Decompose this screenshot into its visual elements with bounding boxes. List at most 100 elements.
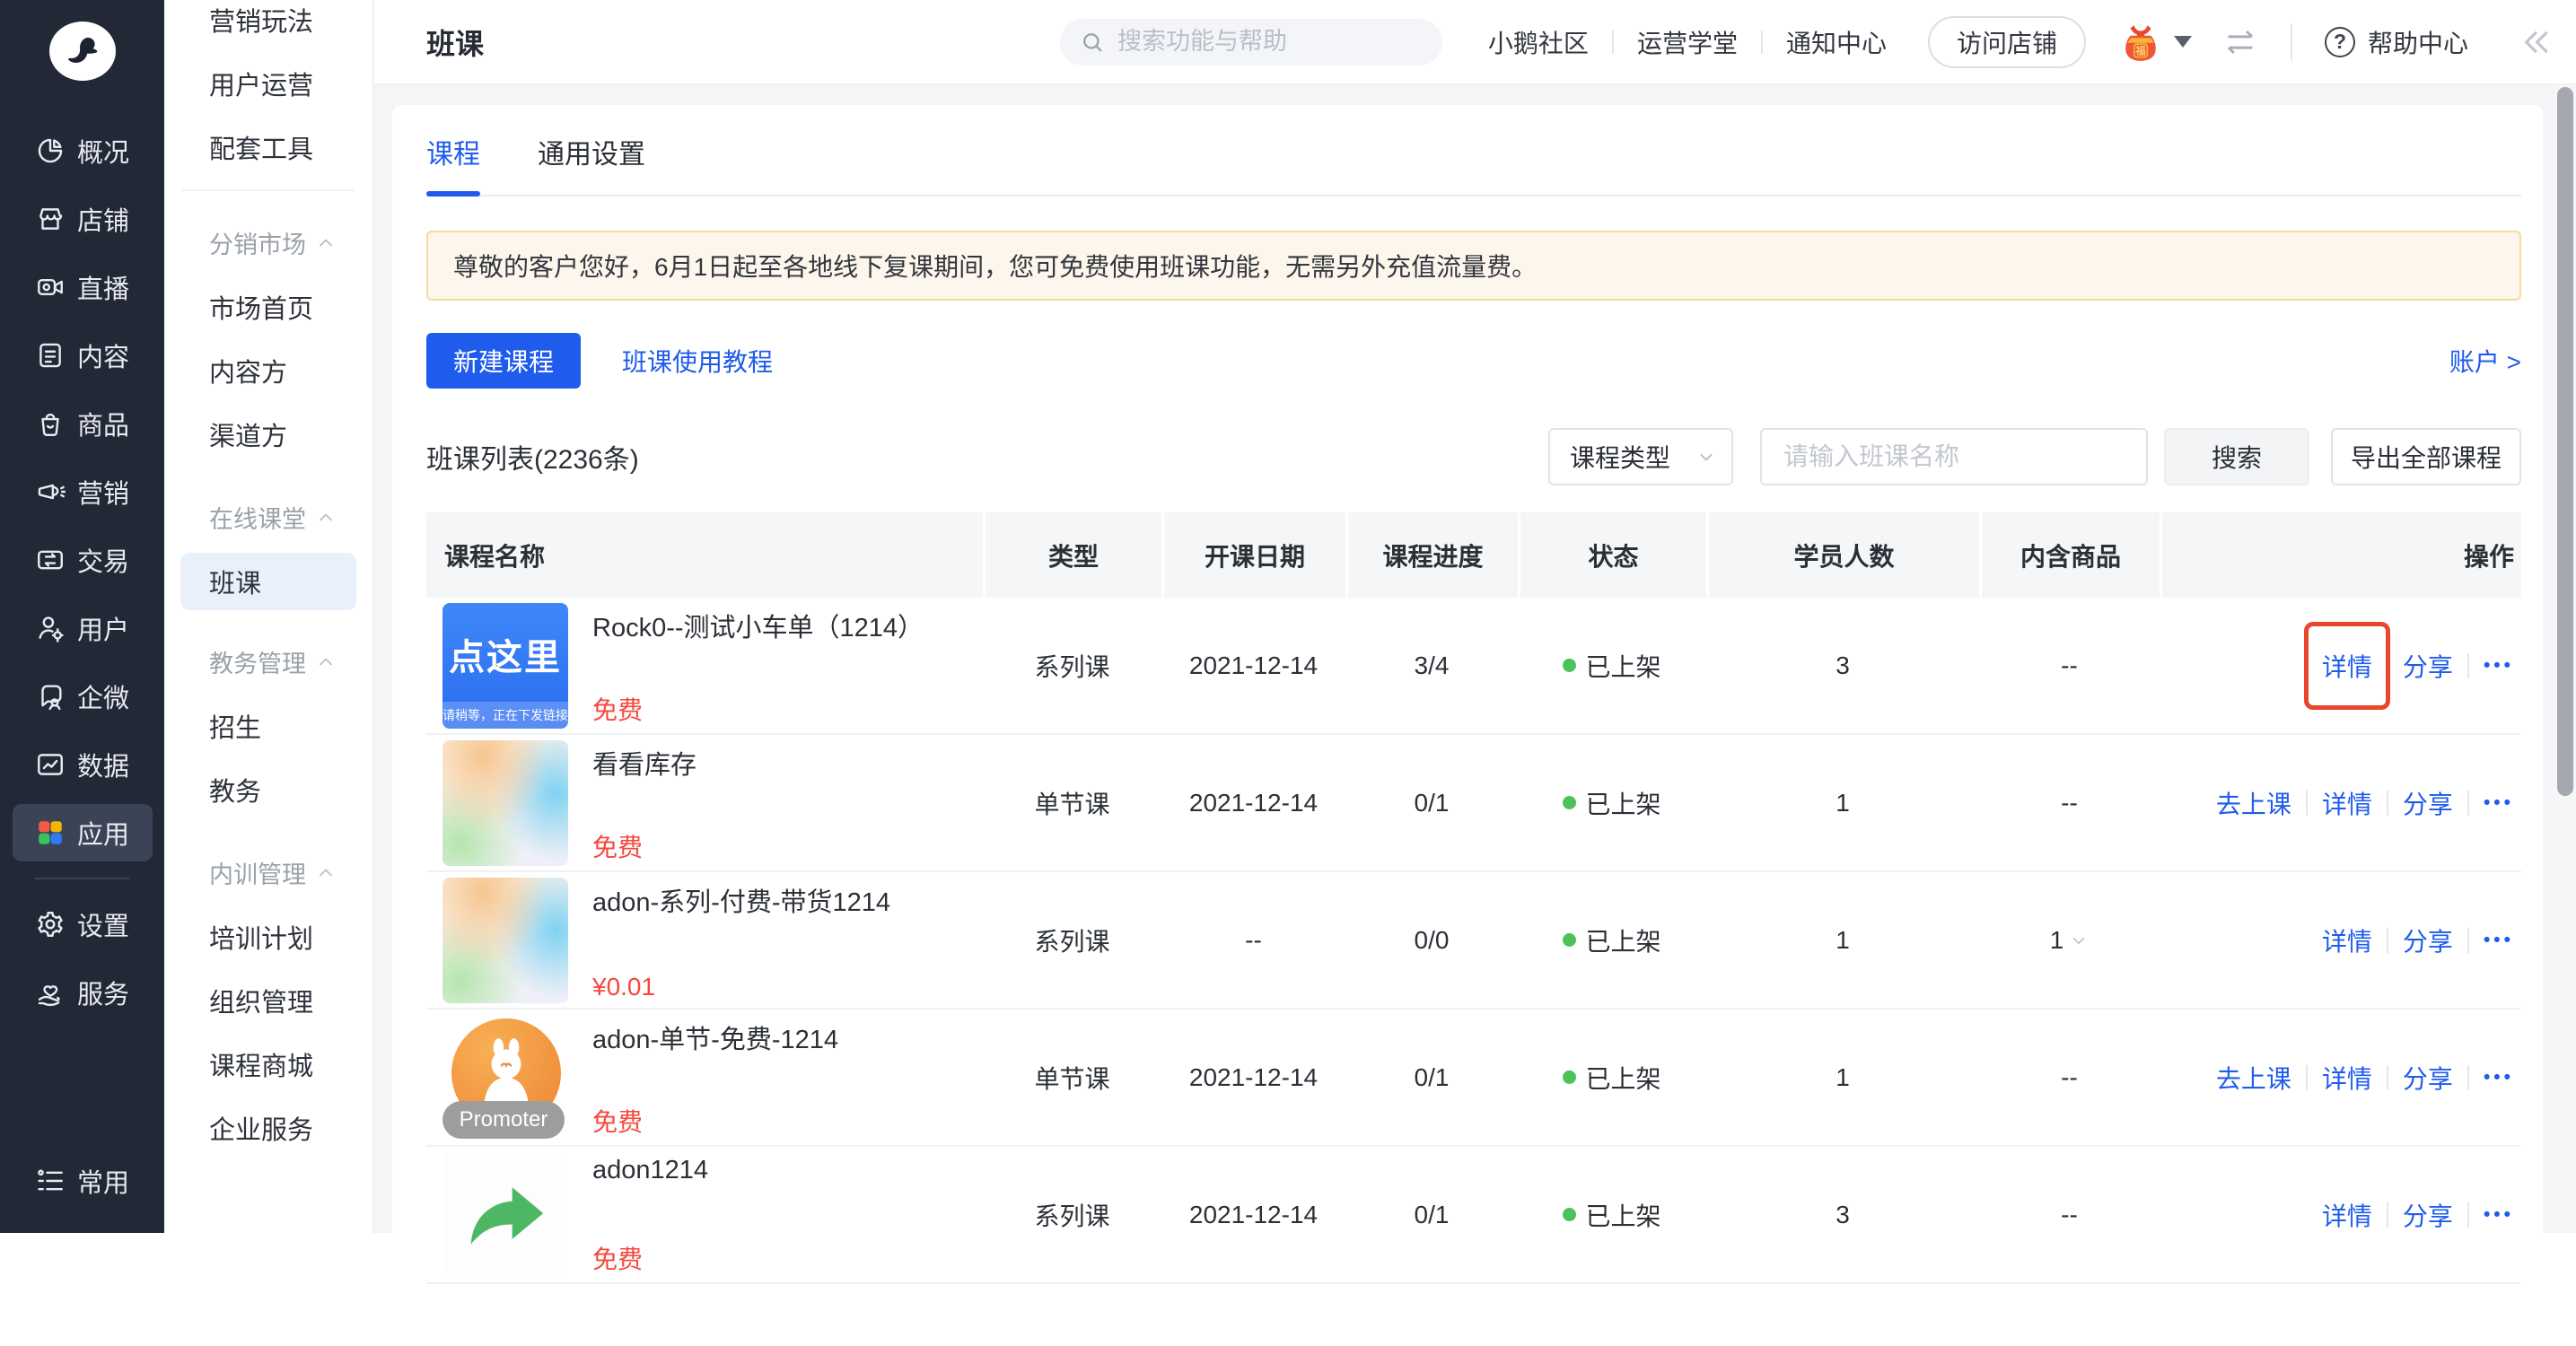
scrollbar-thumb[interactable]: [2557, 87, 2573, 796]
frequent-icon: [35, 1166, 66, 1196]
sidebar-item-企业服务[interactable]: 企业服务: [164, 1096, 372, 1159]
sidebar-group-label[interactable]: 分销市场: [164, 211, 372, 275]
brand-logo[interactable]: [49, 22, 116, 81]
course-thumbnail[interactable]: [442, 878, 568, 1003]
course-table: 课程名称类型开课日期课程进度状态学员人数内含商品操作 点这里 ≫请稍等，正在下发…: [426, 512, 2521, 1284]
sidebar-item-渠道方[interactable]: 渠道方: [164, 402, 372, 466]
op-link-详情[interactable]: 详情: [2322, 648, 2372, 684]
divider: [2387, 1202, 2388, 1228]
course-title[interactable]: adon-系列-付费-带货1214: [592, 881, 890, 919]
sidebar-item-trade[interactable]: 交易: [13, 526, 153, 594]
table-row: Promoter adon-单节-免费-1214 免费 单节课 2021-12-…: [426, 1010, 2521, 1147]
more-actions-icon[interactable]: •••: [2484, 1204, 2514, 1226]
sidebar-item-content[interactable]: 内容: [13, 321, 153, 389]
avatar-caret-down-icon[interactable]: [2174, 36, 2192, 48]
avatar[interactable]: 福: [2118, 20, 2163, 65]
link-academy[interactable]: 运营学堂: [1637, 24, 1738, 60]
more-actions-icon[interactable]: •••: [2484, 655, 2514, 677]
sidebar-item-user[interactable]: 用户: [13, 594, 153, 662]
sidebar-item-配套工具[interactable]: 配套工具: [164, 115, 372, 179]
sidebar-item-市场首页[interactable]: 市场首页: [164, 275, 372, 338]
course-progress: 3/4: [1345, 651, 1518, 680]
sidebar-item-label: 交易: [77, 541, 129, 579]
sidebar-item-data[interactable]: 数据: [13, 730, 153, 799]
topbar: 班课 小鹅社区 运营学堂 通知中心 访问店铺 福: [374, 0, 2576, 85]
sidebar-item-wecom[interactable]: 企微: [13, 662, 153, 730]
sidebar-item-shop[interactable]: 店铺: [13, 185, 153, 253]
course-thumbnail[interactable]: Promoter: [442, 1015, 568, 1141]
course-progress: 0/1: [1345, 789, 1518, 817]
divider: [2306, 1065, 2308, 1090]
more-actions-icon[interactable]: •••: [2484, 792, 2514, 814]
svg-text:福: 福: [2134, 44, 2145, 57]
sidebar-group-label[interactable]: 教务管理: [164, 630, 372, 694]
course-title[interactable]: Rock0--测试小车单（1214）: [592, 607, 924, 644]
tutorial-link[interactable]: 班课使用教程: [622, 343, 773, 379]
sidebar-group-label[interactable]: 内训管理: [164, 841, 372, 905]
sidebar-item-frequent[interactable]: 常用: [13, 1147, 153, 1215]
course-date: 2021-12-14: [1161, 651, 1345, 680]
create-course-button[interactable]: 新建课程: [426, 333, 581, 389]
sidebar-item-教务[interactable]: 教务: [164, 757, 372, 821]
sidebar-item-内容方[interactable]: 内容方: [164, 338, 372, 402]
op-link-详情[interactable]: 详情: [2322, 1197, 2372, 1233]
op-link-详情[interactable]: 详情: [2322, 785, 2372, 821]
tab-general-settings[interactable]: 通用设置: [538, 132, 645, 195]
op-link-分享[interactable]: 分享: [2403, 785, 2453, 821]
switch-account-icon[interactable]: [2222, 24, 2258, 60]
collapse-panel-icon[interactable]: [2519, 25, 2553, 59]
link-community[interactable]: 小鹅社区: [1488, 24, 1589, 60]
sidebar-item-apps[interactable]: 应用: [13, 804, 153, 861]
more-actions-icon[interactable]: •••: [2484, 930, 2514, 951]
sidebar-item-招生[interactable]: 招生: [164, 694, 372, 757]
course-type-select[interactable]: 课程类型: [1548, 428, 1733, 485]
sidebar-item-用户运营[interactable]: 用户运营: [164, 51, 372, 115]
visit-shop-button[interactable]: 访问店铺: [1928, 16, 2086, 68]
op-link-去上课[interactable]: 去上课: [2216, 1060, 2291, 1096]
course-thumbnail[interactable]: [442, 740, 568, 866]
op-link-分享[interactable]: 分享: [2403, 1197, 2453, 1233]
sidebar-item-service[interactable]: 服务: [13, 958, 153, 1027]
course-thumbnail[interactable]: 点这里 ≫请稍等，正在下发链接≪: [442, 603, 568, 729]
course-title[interactable]: adon1214: [592, 1156, 708, 1185]
global-search[interactable]: [1060, 19, 1442, 66]
tab-courses[interactable]: 课程: [426, 132, 480, 195]
sidebar-item-班课[interactable]: 班课: [180, 553, 356, 610]
op-link-分享[interactable]: 分享: [2403, 648, 2453, 684]
export-button[interactable]: 导出全部课程: [2331, 428, 2521, 485]
goods-expand-chevron-down-icon[interactable]: [2069, 931, 2089, 950]
op-link-详情[interactable]: 详情: [2322, 1060, 2372, 1096]
global-search-input[interactable]: [1117, 28, 1433, 56]
sidebar-item-label: 数据: [77, 746, 129, 783]
more-actions-icon[interactable]: •••: [2484, 1067, 2514, 1088]
sidebar-item-组织管理[interactable]: 组织管理: [164, 968, 372, 1032]
sidebar-item-marketing[interactable]: 营销: [13, 458, 153, 526]
table-row: 看看库存 免费 单节课 2021-12-14 0/1 已上架 1 -- 去上课详…: [426, 735, 2521, 872]
sidebar-item-live[interactable]: 直播: [13, 253, 153, 321]
divider: [2387, 928, 2388, 953]
course-title[interactable]: 看看库存: [592, 744, 697, 782]
column-header: 课程进度: [1345, 512, 1518, 598]
op-link-分享[interactable]: 分享: [2403, 922, 2453, 958]
sidebar-item-营销玩法[interactable]: 营销玩法: [164, 0, 372, 51]
column-header: 内含商品: [1979, 512, 2160, 598]
filters: 课程类型 搜索 导出全部课程: [1548, 428, 2521, 485]
sidebar-group-label[interactable]: 在线课堂: [164, 485, 372, 549]
course-title[interactable]: adon-单节-免费-1214: [592, 1018, 838, 1056]
link-notifications[interactable]: 通知中心: [1786, 24, 1887, 60]
course-name-input[interactable]: [1760, 428, 2148, 485]
help-center[interactable]: ? 帮助中心: [2325, 24, 2468, 60]
op-link-详情[interactable]: 详情: [2322, 922, 2372, 958]
sidebar-item-pie[interactable]: 概况: [13, 117, 153, 185]
sidebar-item-goods[interactable]: 商品: [13, 389, 153, 458]
search-button[interactable]: 搜索: [2164, 428, 2309, 485]
course-price: 免费: [592, 828, 697, 864]
sidebar-item-课程商城[interactable]: 课程商城: [164, 1032, 372, 1096]
account-link[interactable]: 账户 >: [2449, 343, 2521, 379]
scrollbar-track[interactable]: [2554, 85, 2576, 1233]
course-thumbnail[interactable]: [442, 1152, 568, 1278]
op-link-分享[interactable]: 分享: [2403, 1060, 2453, 1096]
sidebar-item-培训计划[interactable]: 培训计划: [164, 905, 372, 968]
sidebar-item-settings[interactable]: 设置: [13, 890, 153, 958]
op-link-去上课[interactable]: 去上课: [2216, 785, 2291, 821]
